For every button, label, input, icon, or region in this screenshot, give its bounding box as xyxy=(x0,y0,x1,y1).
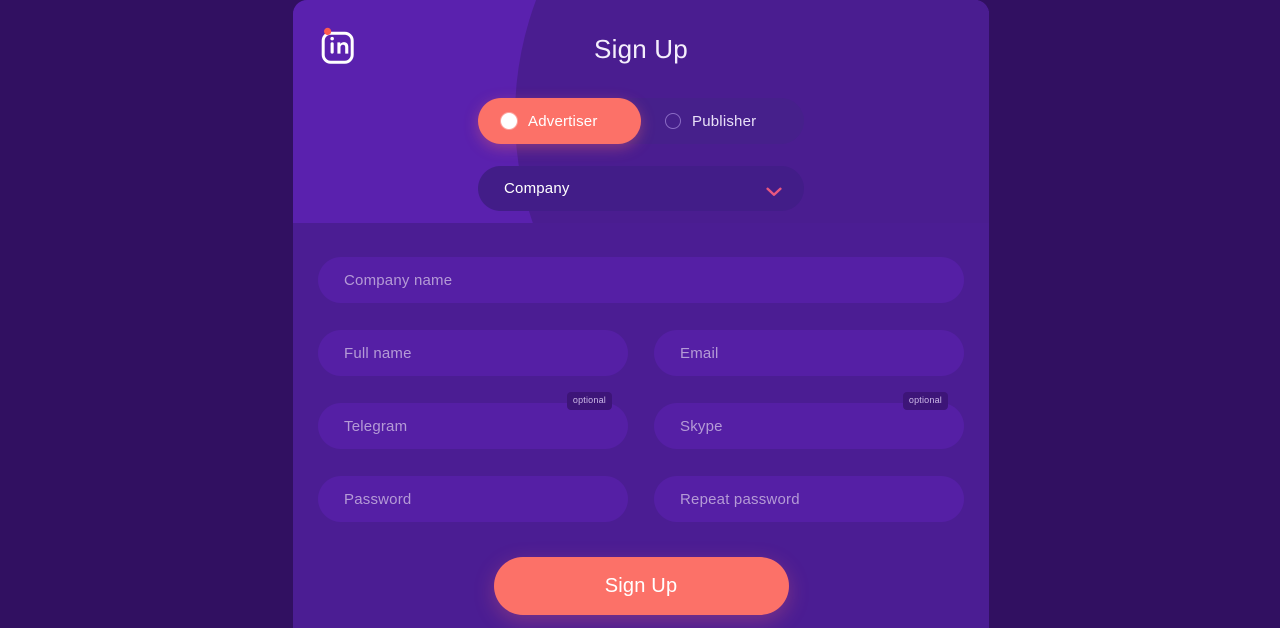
company-name-placeholder: Company name xyxy=(344,271,453,289)
email-field[interactable]: Email xyxy=(654,330,964,376)
full-name-placeholder: Full name xyxy=(344,344,412,362)
role-option-advertiser-label: Advertiser xyxy=(528,112,598,130)
account-type-dropdown[interactable]: Company xyxy=(478,166,804,211)
form-row-identity: Full name Email xyxy=(318,330,964,376)
telegram-placeholder: Telegram xyxy=(344,417,408,435)
skype-optional-badge: optional xyxy=(902,392,948,410)
role-option-publisher-label: Publisher xyxy=(692,112,757,130)
radio-selected-icon xyxy=(501,113,517,129)
form-row-password: Password Repeat password xyxy=(318,476,964,522)
telegram-field[interactable]: Telegram optional xyxy=(318,392,628,449)
password-field[interactable]: Password xyxy=(318,476,628,522)
form-row-messengers: Telegram optional Skype optional xyxy=(318,392,964,449)
skype-field[interactable]: Skype optional xyxy=(654,392,964,449)
submit-area: Sign Up xyxy=(293,557,989,615)
role-option-publisher[interactable]: Publisher xyxy=(641,98,804,144)
signup-modal: Sign Up Advertiser Publisher Company Com… xyxy=(293,0,989,628)
signup-form: Company name Full name Email Telegram op… xyxy=(318,257,964,522)
email-placeholder: Email xyxy=(680,344,719,362)
company-name-field[interactable]: Company name xyxy=(318,257,964,303)
radio-unselected-icon xyxy=(665,113,681,129)
role-option-advertiser[interactable]: Advertiser xyxy=(478,98,641,144)
form-row-company: Company name xyxy=(318,257,964,303)
repeat-password-field[interactable]: Repeat password xyxy=(654,476,964,522)
full-name-field[interactable]: Full name xyxy=(318,330,628,376)
skype-placeholder: Skype xyxy=(680,417,723,435)
telegram-optional-badge: optional xyxy=(566,392,612,410)
role-selector: Advertiser Publisher xyxy=(478,98,804,144)
account-type-value: Company xyxy=(504,180,570,197)
chevron-down-icon xyxy=(766,184,782,196)
password-placeholder: Password xyxy=(344,490,412,508)
page-title: Sign Up xyxy=(594,34,688,64)
repeat-password-placeholder: Repeat password xyxy=(680,490,800,508)
sign-up-button[interactable]: Sign Up xyxy=(493,557,789,615)
